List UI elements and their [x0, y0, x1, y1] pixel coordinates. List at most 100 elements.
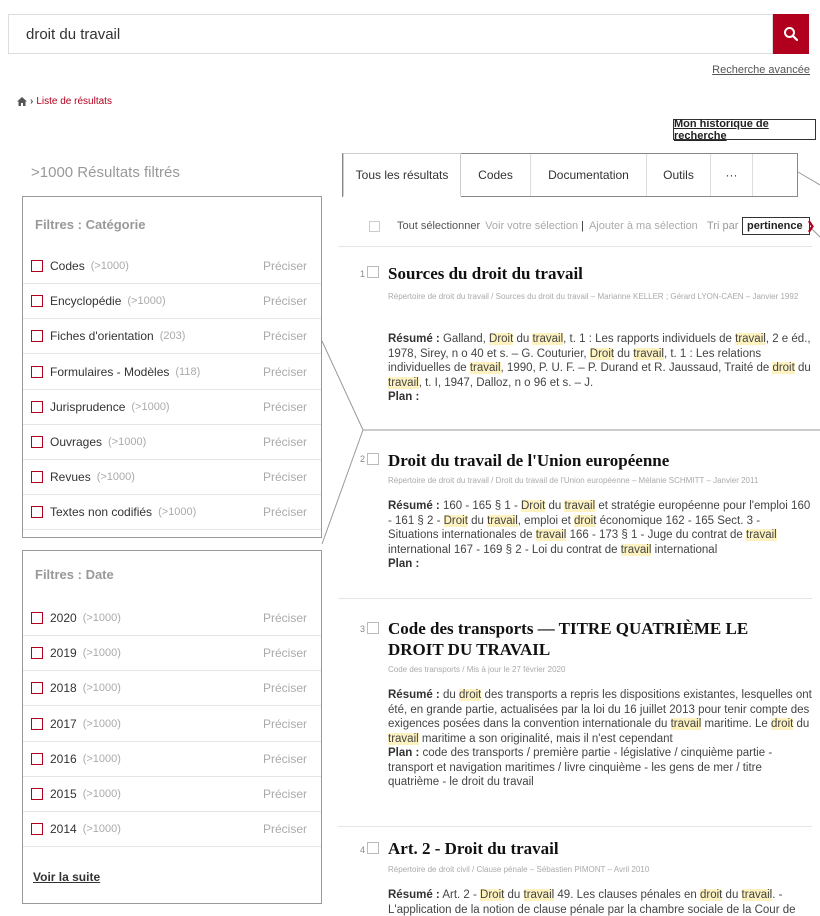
filter-checkbox[interactable]	[31, 717, 43, 730]
tab-codes[interactable]: Codes	[461, 154, 531, 196]
category-filter-row[interactable]: Ouvrages (>1000) Préciser	[23, 425, 321, 460]
refine-link[interactable]: Préciser	[263, 717, 307, 731]
refine-link[interactable]: Préciser	[263, 400, 307, 414]
see-more-link[interactable]: Voir la suite	[33, 870, 100, 884]
highlighted-term: travail	[535, 529, 567, 541]
category-filter-row[interactable]: Jurisprudence (>1000) Préciser	[23, 390, 321, 425]
result-checkbox[interactable]	[367, 622, 379, 634]
search-button[interactable]	[773, 14, 809, 54]
filter-checkbox[interactable]	[31, 260, 43, 272]
refine-link[interactable]: Préciser	[263, 787, 307, 801]
filter-label[interactable]: Fiches d'orientation	[50, 329, 154, 343]
filter-label[interactable]: Jurisprudence	[50, 400, 125, 414]
category-filter-row[interactable]: Formulaires - Modèles (118) Préciser	[23, 355, 321, 390]
category-filter-row[interactable]: Revues (>1000) Préciser	[23, 460, 321, 496]
result-title[interactable]: Droit du travail de l'Union européenne	[388, 450, 808, 471]
view-selection-link[interactable]: Voir votre sélection	[485, 220, 578, 232]
refine-link[interactable]: Préciser	[263, 294, 307, 308]
filter-label[interactable]: 2020	[50, 611, 77, 625]
filter-checkbox[interactable]	[31, 295, 43, 308]
date-filter-panel: Filtres : Date Voir la suite 2020 (>1000)…	[22, 550, 322, 904]
category-filter-row[interactable]: Codes (>1000) Préciser	[23, 249, 321, 284]
refine-link[interactable]: Préciser	[263, 752, 307, 766]
filter-label[interactable]: 2019	[50, 646, 77, 660]
date-filter-row[interactable]: 2016 (>1000) Préciser	[23, 742, 321, 777]
filter-checkbox[interactable]	[31, 647, 43, 660]
filter-checkbox[interactable]	[31, 788, 43, 800]
category-filter-row[interactable]: Fiches d'orientation (203) Préciser	[23, 319, 321, 355]
date-filter-row[interactable]: 2018 (>1000) Préciser	[23, 671, 321, 707]
refine-link[interactable]: Préciser	[263, 611, 307, 625]
filter-label[interactable]: Ouvrages	[50, 435, 102, 449]
highlighted-term: travail	[487, 514, 518, 527]
date-filter-row[interactable]: 2015 (>1000) Préciser	[23, 777, 321, 812]
refine-link[interactable]: Préciser	[263, 681, 307, 695]
result-title[interactable]: Code des transports — TITRE QUATRIÈME LE…	[388, 618, 798, 660]
advanced-search-link[interactable]: Recherche avancée	[712, 64, 810, 76]
home-icon[interactable]	[17, 97, 27, 106]
tab-documentation[interactable]: Documentation	[531, 154, 647, 196]
filter-count: (>1000)	[82, 752, 121, 765]
result-checkbox[interactable]	[367, 842, 379, 854]
filter-checkbox[interactable]	[31, 823, 43, 836]
chevron-down-icon: ❯	[806, 220, 816, 232]
refine-link[interactable]: Préciser	[263, 329, 307, 343]
filter-checkbox[interactable]	[31, 506, 43, 519]
filter-label[interactable]: 2014	[50, 822, 77, 836]
filter-label[interactable]: Revues	[50, 470, 91, 484]
filter-checkbox[interactable]	[31, 365, 43, 378]
filter-label[interactable]: Textes non codifiés	[50, 505, 152, 519]
filter-label[interactable]: 2016	[50, 752, 77, 766]
add-selection-link[interactable]: Ajouter à ma sélection	[589, 220, 698, 232]
refine-link[interactable]: Préciser	[263, 435, 307, 449]
sort-dropdown[interactable]: pertinence ❯	[742, 217, 815, 235]
date-filter-row[interactable]: 2020 (>1000) Préciser	[23, 601, 321, 636]
search-input[interactable]	[9, 15, 772, 53]
filter-label[interactable]: Formulaires - Modèles	[50, 365, 169, 379]
filter-checkbox[interactable]	[31, 612, 43, 624]
filter-checkbox[interactable]	[31, 682, 43, 695]
result-title[interactable]: Art. 2 - Droit du travail	[388, 838, 808, 859]
filter-checkbox[interactable]	[31, 400, 43, 413]
refine-link[interactable]: Préciser	[263, 365, 307, 379]
selection-separator: |	[581, 220, 584, 232]
result-item: 4 Art. 2 - Droit du travail Répertoire d…	[338, 826, 812, 916]
category-filter-row[interactable]: Encyclopédie (>1000) Préciser	[23, 284, 321, 320]
result-checkbox[interactable]	[367, 453, 379, 465]
filter-label[interactable]: 2018	[50, 681, 77, 695]
date-filter-title: Filtres : Date	[35, 567, 114, 582]
filter-checkbox[interactable]	[31, 752, 43, 765]
date-filter-row[interactable]: 2017 (>1000) Préciser	[23, 707, 321, 742]
result-number: 3	[360, 624, 366, 634]
filter-label[interactable]: Codes	[50, 259, 85, 273]
filter-checkbox[interactable]	[31, 436, 43, 448]
summary-text: 160 - 165 § 1 - Droit du travail et stra…	[388, 500, 811, 556]
date-filter-row[interactable]: 2014 (>1000) Préciser	[23, 812, 321, 848]
filter-label[interactable]: 2017	[50, 717, 77, 731]
tab-all-results[interactable]: Tous les résultats	[343, 153, 461, 197]
select-all-checkbox[interactable]	[369, 220, 380, 232]
refine-link[interactable]: Préciser	[263, 505, 307, 519]
date-filter-row[interactable]: 2019 (>1000) Préciser	[23, 636, 321, 672]
filter-label[interactable]: Encyclopédie	[50, 294, 121, 308]
filter-count: (>1000)	[82, 612, 121, 624]
refine-link[interactable]: Préciser	[263, 259, 307, 273]
select-all-label[interactable]: Tout sélectionner	[397, 220, 480, 232]
refine-link[interactable]: Préciser	[263, 470, 307, 484]
highlighted-term: travail	[564, 500, 596, 512]
refine-link[interactable]: Préciser	[263, 822, 307, 836]
result-title[interactable]: Sources du droit du travail	[388, 263, 808, 284]
category-filter-row[interactable]: Textes non codifiés (>1000) Préciser	[23, 495, 321, 531]
filter-checkbox[interactable]	[31, 330, 43, 343]
search-history-button[interactable]: Mon historique de recherche	[673, 118, 816, 142]
highlighted-term: travail	[741, 889, 773, 901]
tab-more[interactable]: ···	[711, 154, 753, 196]
breadcrumb-current[interactable]: Liste de résultats	[36, 96, 112, 107]
highlighted-term: droit	[770, 718, 794, 730]
summary-label: Résumé :	[388, 689, 440, 701]
result-checkbox[interactable]	[367, 266, 379, 278]
tab-tools[interactable]: Outils	[647, 154, 711, 196]
refine-link[interactable]: Préciser	[263, 646, 307, 660]
filter-label[interactable]: 2015	[50, 787, 77, 801]
filter-checkbox[interactable]	[31, 471, 43, 484]
